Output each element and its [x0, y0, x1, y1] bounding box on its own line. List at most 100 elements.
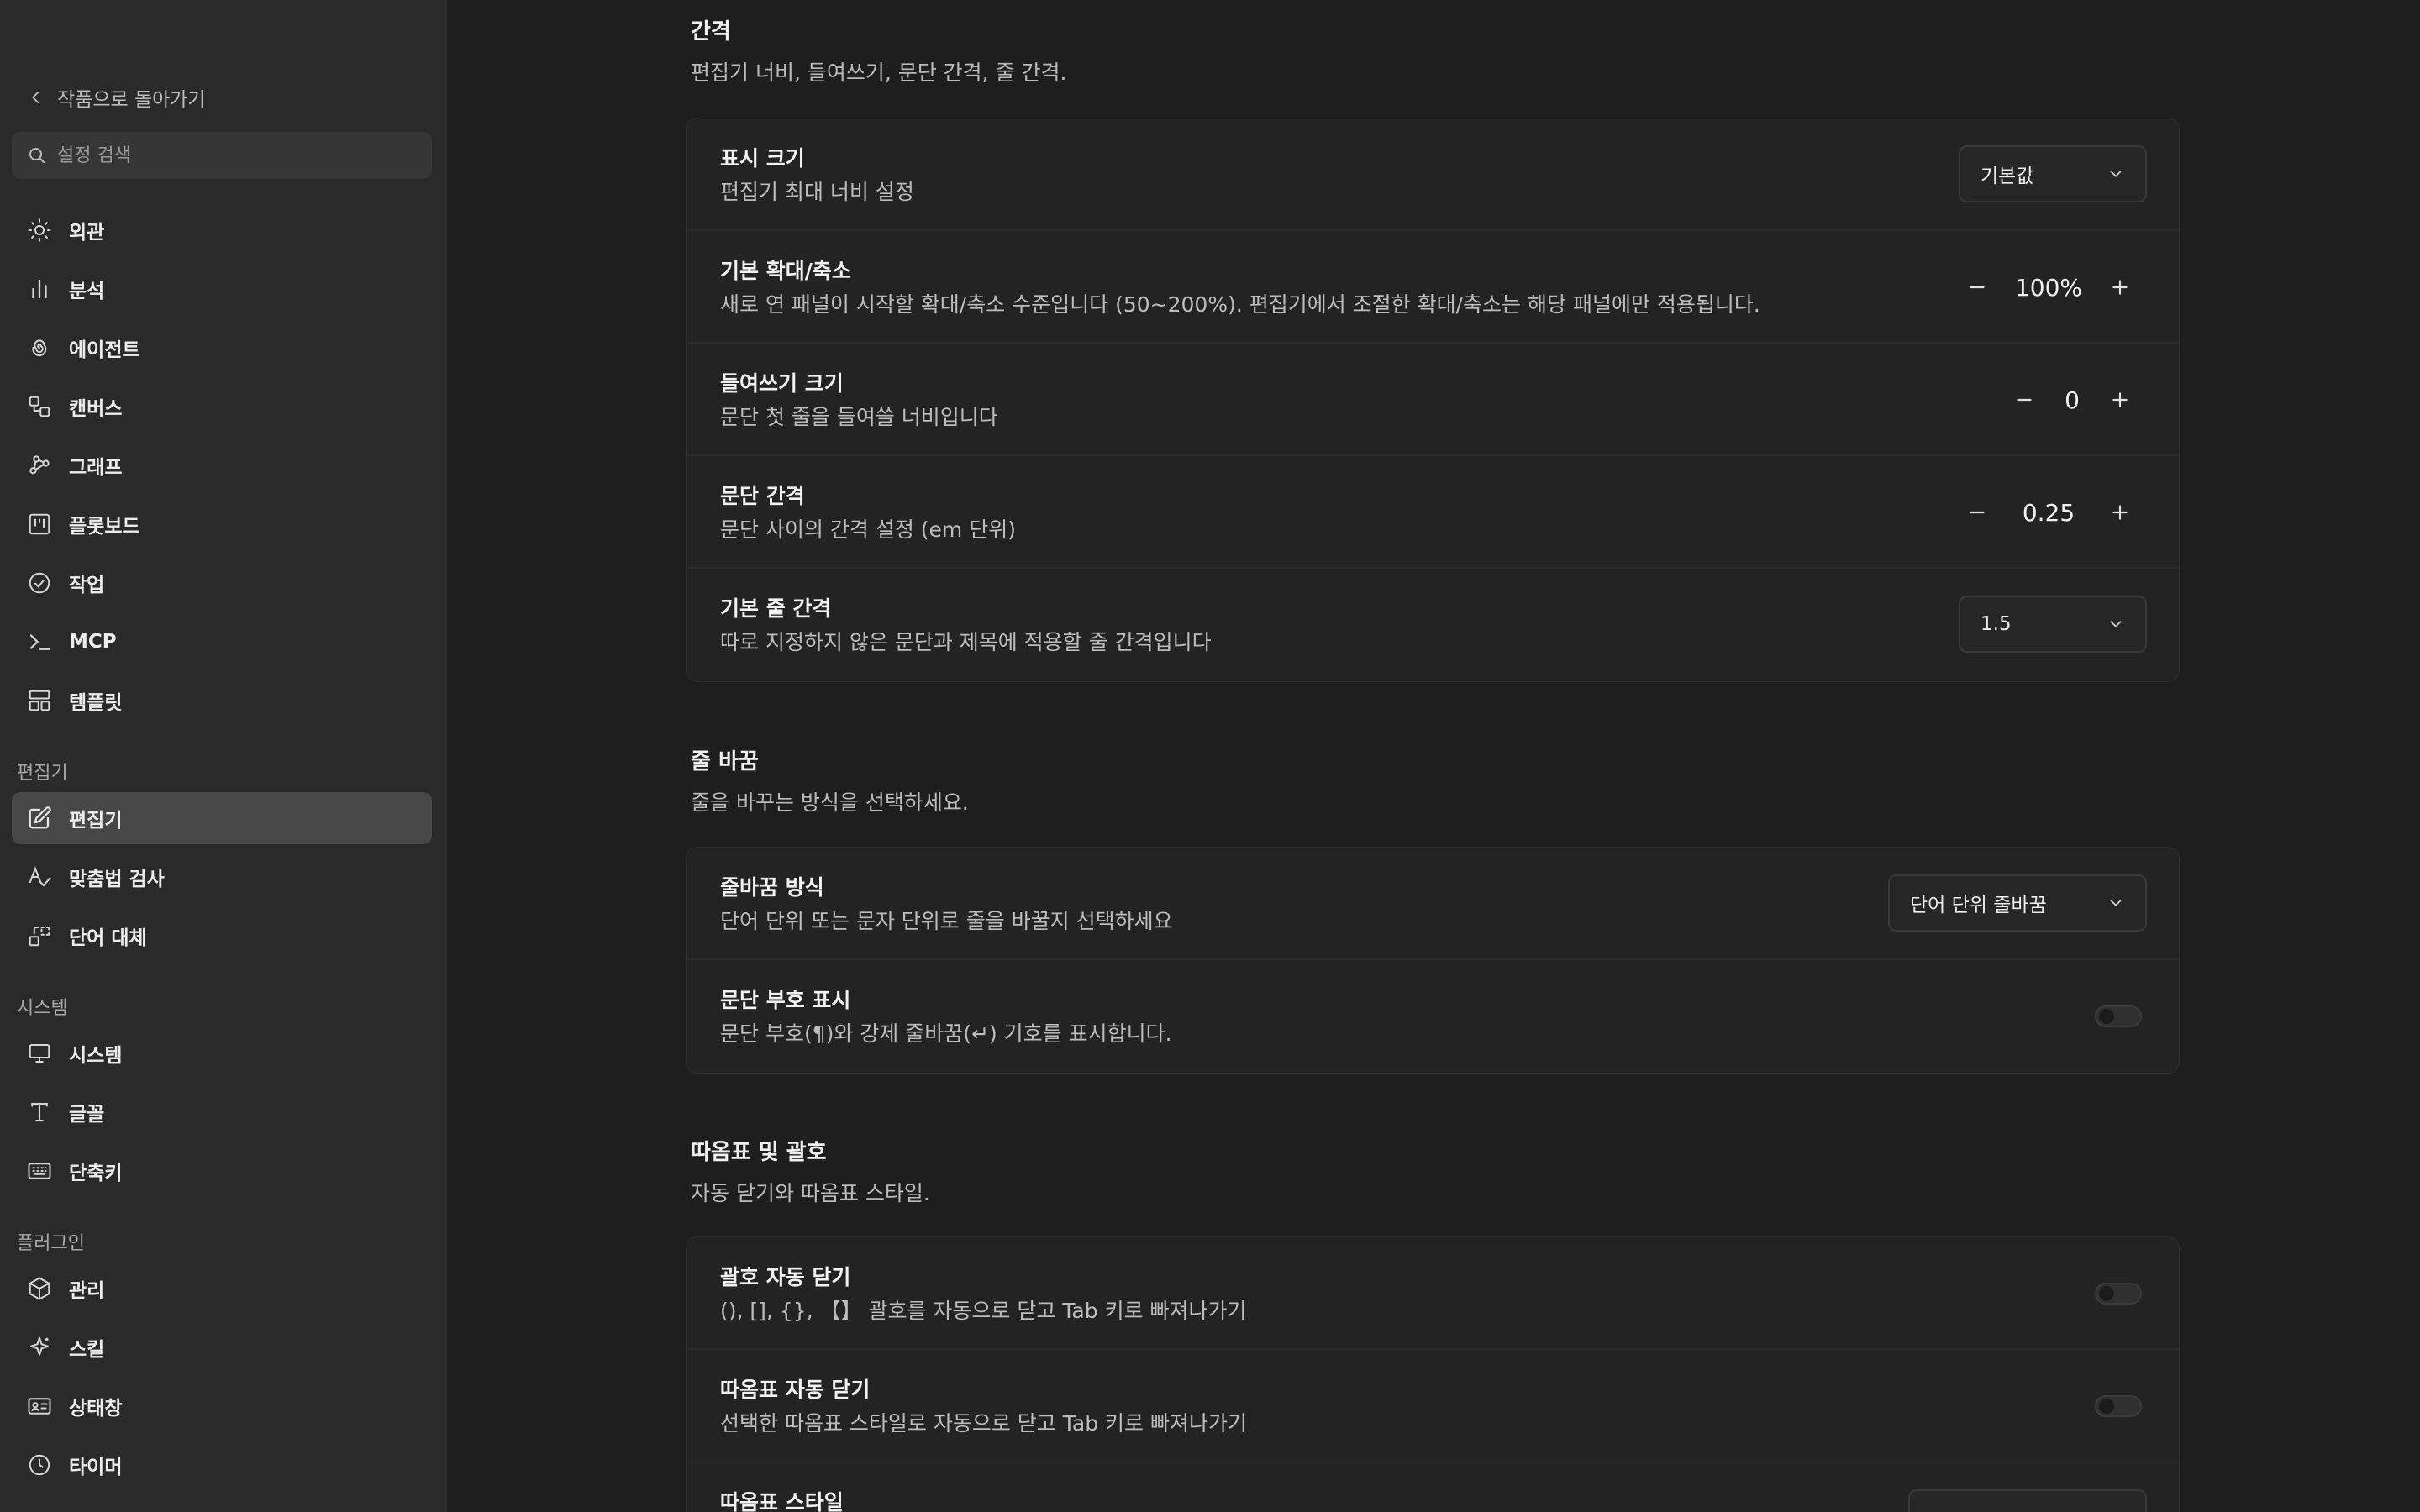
sidebar-item-agent[interactable]: 에이전트	[12, 322, 432, 374]
sidebar-item-editor[interactable]: 편집기	[12, 792, 432, 844]
decrease-button[interactable]	[1952, 262, 2002, 312]
sidebar-item-font[interactable]: 글꼴	[12, 1086, 432, 1138]
setting-desc: 단어 단위 또는 문자 단위로 줄을 바꿀지 선택하세요	[720, 909, 1173, 933]
sidebar-item-timer[interactable]: 타이머	[12, 1439, 432, 1491]
sidebar-item-label: 그래프	[69, 457, 123, 479]
setting-title: 따옴표 스타일	[720, 1490, 844, 1512]
setting-quote-style: 따옴표 스타일	[687, 1462, 2179, 1512]
sidebar-item-mcp[interactable]: MCP	[12, 616, 432, 668]
increase-button[interactable]	[2095, 487, 2145, 538]
spiral-icon	[32, 339, 47, 357]
package-icon	[29, 1277, 50, 1300]
setting-paragraph-marks: 문단 부호 표시 문단 부호(¶)와 강제 줄바꿈(↵) 기호를 표시합니다.	[687, 960, 2179, 1073]
section-desc-spacing: 편집기 너비, 들여쓰기, 문단 간격, 줄 간격.	[691, 60, 1067, 85]
setting-desc: 선택한 따옴표 스타일로 자동으로 닫고 Tab 키로 빠져나가기	[720, 1411, 1247, 1436]
sidebar-item-label: 단어 대체	[69, 927, 147, 949]
back-to-works-link[interactable]: 작품으로 돌아가기	[29, 82, 206, 113]
keyboard-icon	[28, 1163, 51, 1179]
quote-autoclose-toggle[interactable]	[2095, 1395, 2142, 1417]
sidebar-item-tasks[interactable]: 작업	[12, 557, 432, 609]
sidebar-item-label: 캔버스	[69, 398, 123, 420]
plus-icon	[2112, 392, 2128, 407]
setting-desc: 편집기 최대 너비 설정	[720, 180, 914, 204]
setting-title: 기본 확대/축소	[720, 259, 851, 283]
wrap-mode-select[interactable]: 단어 단위 줄바꿈	[1888, 874, 2147, 932]
section-title-spacing: 간격	[691, 19, 731, 45]
setting-title: 괄호 자동 닫기	[720, 1265, 851, 1289]
setting-title: 따옴표 자동 닫기	[720, 1378, 871, 1402]
sidebar-item-analysis[interactable]: 분석	[12, 263, 432, 315]
chevron-down-icon	[2110, 900, 2122, 907]
setting-title: 표시 크기	[720, 146, 805, 171]
setting-line-height: 기본 줄 간격 따로 지정하지 않은 문단과 제목에 적용할 줄 간격입니다 1…	[687, 569, 2179, 681]
chevron-down-icon	[2110, 621, 2122, 628]
spacing-card: 표시 크기 편집기 최대 너비 설정 기본값 기본 확대/축소 새로 연 패널이…	[686, 118, 2180, 682]
chevron-left-icon	[32, 92, 39, 103]
decrease-button[interactable]	[1952, 487, 2002, 538]
setting-desc: 따로 지정하지 않은 문단과 제목에 적용할 줄 간격입니다	[720, 630, 1212, 654]
increase-button[interactable]	[2095, 262, 2145, 312]
back-link-label: 작품으로 돌아가기	[57, 89, 206, 111]
sidebar-item-spellcheck[interactable]: 맞춤법 검사	[12, 851, 432, 903]
sidebar-item-label: 상태창	[69, 1398, 123, 1420]
sidebar-item-label: 타이머	[69, 1457, 123, 1478]
minus-icon	[1970, 511, 1985, 514]
sidebar-item-label: 에이전트	[69, 339, 140, 361]
sidebar-item-label: 분석	[69, 281, 105, 302]
sidebar-item-manage[interactable]: 관리	[12, 1263, 432, 1315]
sun-icon	[28, 218, 51, 242]
setting-title: 기본 줄 간격	[720, 596, 832, 621]
paragraph-marks-toggle[interactable]	[2095, 1005, 2142, 1027]
paragraph-spacing-stepper: 0.25	[1952, 485, 2145, 540]
sidebar-item-label: 글꼴	[69, 1104, 105, 1126]
setting-title: 들여쓰기 크기	[720, 371, 844, 396]
sidebar-section-system: 시스템	[17, 998, 68, 1019]
setting-title: 줄바꿈 방식	[720, 875, 824, 900]
replace-icon	[29, 927, 50, 947]
template-icon	[29, 690, 50, 711]
terminal-icon	[29, 634, 50, 650]
edit-icon	[29, 806, 51, 829]
plus-icon	[2112, 280, 2128, 295]
sidebar-item-label: MCP	[69, 631, 117, 653]
setting-desc: 문단 사이의 간격 설정 (em 단위)	[720, 517, 1016, 542]
line-height-select[interactable]: 1.5	[1959, 596, 2147, 653]
section-title-quotes: 따옴표 및 괄호	[691, 1140, 827, 1165]
sidebar-item-statusbar[interactable]: 상태창	[12, 1380, 432, 1432]
bracket-autoclose-toggle[interactable]	[2095, 1283, 2142, 1305]
wrap-card: 줄바꿈 방식 단어 단위 또는 문자 단위로 줄을 바꿀지 선택하세요 단어 단…	[686, 847, 2180, 1074]
type-icon	[31, 1102, 48, 1122]
quote-style-select[interactable]	[1908, 1489, 2147, 1512]
sidebar-item-appearance[interactable]: 외관	[12, 204, 432, 256]
setting-wrap-mode: 줄바꿈 방식 단어 단위 또는 문자 단위로 줄을 바꿀지 선택하세요 단어 단…	[687, 848, 2179, 960]
search-icon	[29, 148, 45, 163]
indent-stepper: 0	[1999, 372, 2145, 428]
setting-indent: 들여쓰기 크기 문단 첫 줄을 들여쓸 너비입니다 0	[687, 344, 2179, 456]
display-size-select[interactable]: 기본값	[1959, 145, 2147, 202]
sidebar-item-skills[interactable]: 스킬	[12, 1321, 432, 1373]
sidebar-item-label: 플롯보드	[69, 516, 140, 538]
search-input[interactable]	[57, 144, 410, 166]
sidebar-item-templates[interactable]: 템플릿	[12, 675, 432, 727]
decrease-button[interactable]	[1999, 375, 2049, 425]
sidebar-item-replace[interactable]: 단어 대체	[12, 910, 432, 962]
settings-search[interactable]	[12, 132, 432, 179]
sidebar-item-shortcuts[interactable]: 단축키	[12, 1145, 432, 1197]
settings-sidebar: 작품으로 돌아가기 외관 분석 에이전트 캔버스 그래프 플롯보드 작업 MCP…	[0, 0, 447, 1512]
sidebar-section-editor: 편집기	[17, 763, 68, 784]
section-desc-quotes: 자동 닫기와 따옴표 스타일.	[691, 1181, 930, 1205]
sidebar-item-system[interactable]: 시스템	[12, 1027, 432, 1079]
setting-zoom: 기본 확대/축소 새로 연 패널이 시작할 확대/축소 수준입니다 (50~20…	[687, 231, 2179, 344]
section-desc-wrap: 줄을 바꾸는 방식을 선택하세요.	[691, 790, 969, 815]
sidebar-item-label: 맞춤법 검사	[69, 869, 165, 890]
quotes-card: 괄호 자동 닫기 (), [], {}, 【】 괄호를 자동으로 닫고 Tab …	[686, 1236, 2180, 1512]
setting-desc: 새로 연 패널이 시작할 확대/축소 수준입니다 (50~200%). 편집기에…	[720, 292, 1760, 317]
select-value: 기본값	[1981, 165, 2034, 187]
sidebar-item-graph[interactable]: 그래프	[12, 439, 432, 491]
increase-button[interactable]	[2095, 375, 2145, 425]
sidebar-item-canvas[interactable]: 캔버스	[12, 381, 432, 433]
sidebar-item-label: 외관	[69, 222, 105, 244]
paragraph-spacing-value: 0.25	[2022, 498, 2075, 527]
sidebar-item-label: 관리	[69, 1280, 105, 1302]
sidebar-item-plotboard[interactable]: 플롯보드	[12, 498, 432, 550]
